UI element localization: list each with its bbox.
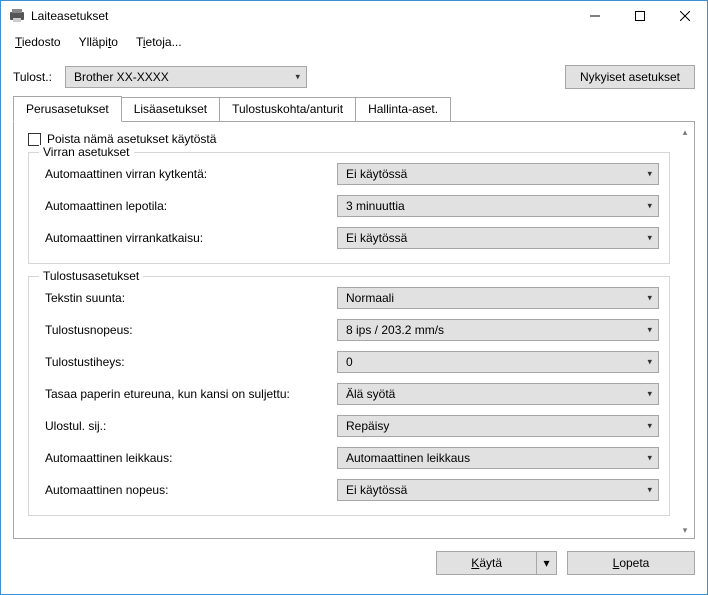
chevron-down-icon: ▾ xyxy=(647,485,652,496)
chevron-down-icon: ▾ xyxy=(647,421,652,432)
select-print-speed[interactable]: 8 ips / 203.2 mm/s▾ xyxy=(337,319,659,341)
menubar: Tiedosto Ylläpito Tietoja... xyxy=(1,31,707,53)
scroll-up-icon[interactable]: ▴ xyxy=(678,124,692,140)
row-exit-position: Ulostul. sij.: Repäisy▾ xyxy=(39,415,659,437)
bottom-bar: Käytä ▾ Lopeta xyxy=(1,539,707,587)
print-settings-legend: Tulostusasetukset xyxy=(39,269,143,283)
printer-row: Tulost.: Brother XX-XXXX ▾ Nykyiset aset… xyxy=(1,53,707,97)
select-exit-position[interactable]: Repäisy▾ xyxy=(337,415,659,437)
chevron-down-icon: ▾ xyxy=(647,453,652,464)
minimize-button[interactable] xyxy=(572,1,617,31)
row-print-speed: Tulostusnopeus: 8 ips / 203.2 mm/s▾ xyxy=(39,319,659,341)
apply-button[interactable]: Käytä xyxy=(436,551,537,575)
tabstrip: Perusasetukset Lisäasetukset Tulostuskoh… xyxy=(13,97,695,121)
chevron-down-icon: ▾ xyxy=(647,389,652,400)
printer-select-value: Brother XX-XXXX xyxy=(74,70,169,84)
label-auto-speed: Automaattinen nopeus: xyxy=(39,483,337,497)
label-auto-cut: Automaattinen leikkaus: xyxy=(39,451,337,465)
chevron-down-icon: ▾ xyxy=(647,201,652,212)
printer-select[interactable]: Brother XX-XXXX ▾ xyxy=(65,66,307,88)
power-settings-legend: Virran asetukset xyxy=(39,145,134,159)
menu-file[interactable]: Tiedosto xyxy=(7,33,69,51)
apply-dropdown[interactable]: ▾ xyxy=(537,551,557,575)
chevron-down-icon: ▾ xyxy=(647,325,652,336)
label-print-speed: Tulostusnopeus: xyxy=(39,323,337,337)
row-print-density: Tulostustiheys: 0▾ xyxy=(39,351,659,373)
select-print-density[interactable]: 0▾ xyxy=(337,351,659,373)
scroll-down-icon[interactable]: ▾ xyxy=(678,522,692,538)
exit-button[interactable]: Lopeta xyxy=(567,551,695,575)
menu-maintenance[interactable]: Ylläpito xyxy=(71,33,126,51)
chevron-down-icon: ▾ xyxy=(647,293,652,304)
select-auto-speed[interactable]: Ei käytössä▾ xyxy=(337,479,659,501)
disable-settings-checkbox[interactable] xyxy=(28,133,41,146)
select-auto-sleep[interactable]: 3 minuuttia▾ xyxy=(337,195,659,217)
chevron-down-icon: ▾ xyxy=(543,556,549,570)
tab-basic[interactable]: Perusasetukset xyxy=(13,96,122,122)
label-auto-sleep: Automaattinen lepotila: xyxy=(39,199,337,213)
row-auto-sleep: Automaattinen lepotila: 3 minuuttia▾ xyxy=(39,195,659,217)
row-auto-power-on: Automaattinen virran kytkentä: Ei käytös… xyxy=(39,163,659,185)
label-text-direction: Tekstin suunta: xyxy=(39,291,337,305)
tab-advanced[interactable]: Lisäasetukset xyxy=(122,97,220,121)
tab-sensors[interactable]: Tulostuskohta/anturit xyxy=(220,97,356,121)
chevron-down-icon: ▾ xyxy=(295,72,300,83)
close-button[interactable] xyxy=(662,1,707,31)
tabpanel-basic: Poista nämä asetukset käytöstä Virran as… xyxy=(13,121,695,539)
titlebar: Laiteasetukset xyxy=(1,1,707,31)
select-text-direction[interactable]: Normaali▾ xyxy=(337,287,659,309)
label-auto-power-on: Automaattinen virran kytkentä: xyxy=(39,167,337,181)
label-print-density: Tulostustiheys: xyxy=(39,355,337,369)
disable-settings-row: Poista nämä asetukset käytöstä xyxy=(28,132,684,146)
select-auto-power-off[interactable]: Ei käytössä▾ xyxy=(337,227,659,249)
row-auto-power-off: Automaattinen virrankatkaisu: Ei käytöss… xyxy=(39,227,659,249)
label-auto-power-off: Automaattinen virrankatkaisu: xyxy=(39,231,337,245)
label-exit-position: Ulostul. sij.: xyxy=(39,419,337,433)
chevron-down-icon: ▾ xyxy=(647,169,652,180)
current-settings-button[interactable]: Nykyiset asetukset xyxy=(565,65,695,89)
chevron-down-icon: ▾ xyxy=(647,357,652,368)
disable-settings-label: Poista nämä asetukset käytöstä xyxy=(47,132,216,146)
maximize-button[interactable] xyxy=(617,1,662,31)
app-window: Laiteasetukset Tiedosto Ylläpito Tietoja… xyxy=(0,0,708,595)
label-align-leading-edge: Tasaa paperin etureuna, kun kansi on sul… xyxy=(39,387,337,401)
select-align-leading-edge[interactable]: Älä syötä▾ xyxy=(337,383,659,405)
row-auto-cut: Automaattinen leikkaus: Automaattinen le… xyxy=(39,447,659,469)
select-auto-power-on[interactable]: Ei käytössä▾ xyxy=(337,163,659,185)
row-text-direction: Tekstin suunta: Normaali▾ xyxy=(39,287,659,309)
window-buttons xyxy=(572,1,707,31)
window-title: Laiteasetukset xyxy=(31,9,572,23)
chevron-down-icon: ▾ xyxy=(647,233,652,244)
row-align-leading-edge: Tasaa paperin etureuna, kun kansi on sul… xyxy=(39,383,659,405)
printer-label: Tulost.: xyxy=(13,70,65,84)
app-icon xyxy=(9,8,25,24)
tab-management[interactable]: Hallinta-aset. xyxy=(356,97,451,121)
apply-split-button: Käytä ▾ xyxy=(436,551,557,575)
power-settings-group: Virran asetukset Automaattinen virran ky… xyxy=(28,152,670,264)
row-auto-speed: Automaattinen nopeus: Ei käytössä▾ xyxy=(39,479,659,501)
panel-scrollbar[interactable]: ▴ ▾ xyxy=(678,124,692,538)
select-auto-cut[interactable]: Automaattinen leikkaus▾ xyxy=(337,447,659,469)
menu-about[interactable]: Tietoja... xyxy=(128,33,190,51)
tabs: Perusasetukset Lisäasetukset Tulostuskoh… xyxy=(1,97,707,539)
print-settings-group: Tulostusasetukset Tekstin suunta: Normaa… xyxy=(28,276,670,516)
